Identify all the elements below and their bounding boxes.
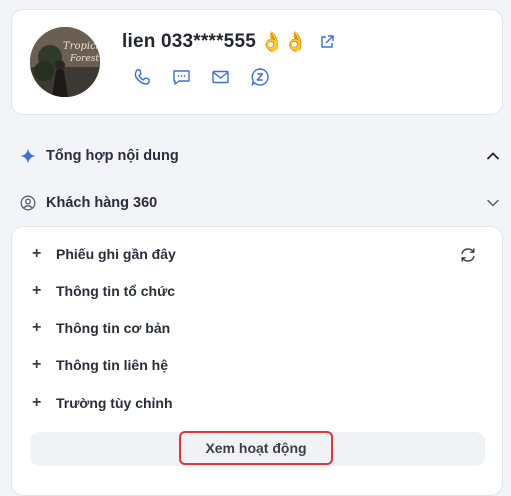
list-item-label: Thông tin liên hệ — [56, 357, 168, 373]
contact-actions — [133, 66, 289, 88]
list-item-label: Trường tùy chỉnh — [56, 395, 173, 411]
section-summary[interactable]: Tổng hợp nội dung — [20, 145, 501, 167]
list-item-organization-info[interactable]: + Thông tin tổ chức — [32, 280, 175, 302]
section-summary-label: Tổng hợp nội dung — [46, 148, 179, 164]
user-circle-icon — [20, 195, 36, 211]
zalo-icon[interactable] — [250, 66, 289, 88]
list-item-contact-info[interactable]: + Thông tin liên hệ — [32, 354, 168, 376]
list-item-label: Thông tin tổ chức — [56, 283, 176, 299]
list-item-label: Thông tin cơ bản — [56, 320, 171, 336]
expand-plus-icon[interactable]: + — [32, 394, 56, 412]
phone-icon[interactable] — [133, 66, 172, 88]
sparkle-icon — [20, 148, 36, 164]
contact-name: lien 033****555 — [122, 31, 256, 52]
section-customer-360[interactable]: Khách hàng 360 — [20, 192, 501, 214]
list-item-custom-fields[interactable]: + Trường tùy chỉnh — [32, 392, 173, 414]
external-link-icon[interactable] — [319, 34, 335, 50]
svg-text:Forest: Forest — [69, 54, 99, 64]
sms-icon[interactable] — [172, 66, 211, 88]
avatar-text: Tropical — [63, 41, 100, 52]
list-item-recent-tickets[interactable]: + Phiếu ghi gần đây — [32, 243, 176, 265]
chevron-down-icon[interactable] — [485, 195, 501, 211]
ok-hand-emoji: 👌👌 — [260, 32, 308, 53]
avatar[interactable]: Tropical Forest — [30, 27, 100, 97]
list-item-label: Phiếu ghi gần đây — [56, 246, 176, 262]
view-activity-highlight[interactable]: Xem hoạt động — [179, 431, 333, 465]
email-icon[interactable] — [211, 66, 250, 88]
customer-360-panel: + Phiếu ghi gần đây + Thông tin tổ chức … — [11, 226, 503, 496]
expand-plus-icon[interactable]: + — [32, 319, 56, 337]
contact-name-row: lien 033****555 👌👌 — [122, 30, 335, 54]
expand-plus-icon[interactable]: + — [32, 356, 56, 374]
chevron-up-icon[interactable] — [485, 148, 501, 164]
contact-card: Tropical Forest lien 033****555 👌👌 — [11, 9, 503, 115]
view-activity-label: Xem hoạt động — [205, 440, 307, 456]
expand-plus-icon[interactable]: + — [32, 245, 56, 263]
section-customer-360-label: Khách hàng 360 — [46, 195, 158, 211]
expand-plus-icon[interactable]: + — [32, 282, 56, 300]
list-item-basic-info[interactable]: + Thông tin cơ bản — [32, 317, 170, 339]
refresh-icon[interactable] — [459, 246, 477, 264]
